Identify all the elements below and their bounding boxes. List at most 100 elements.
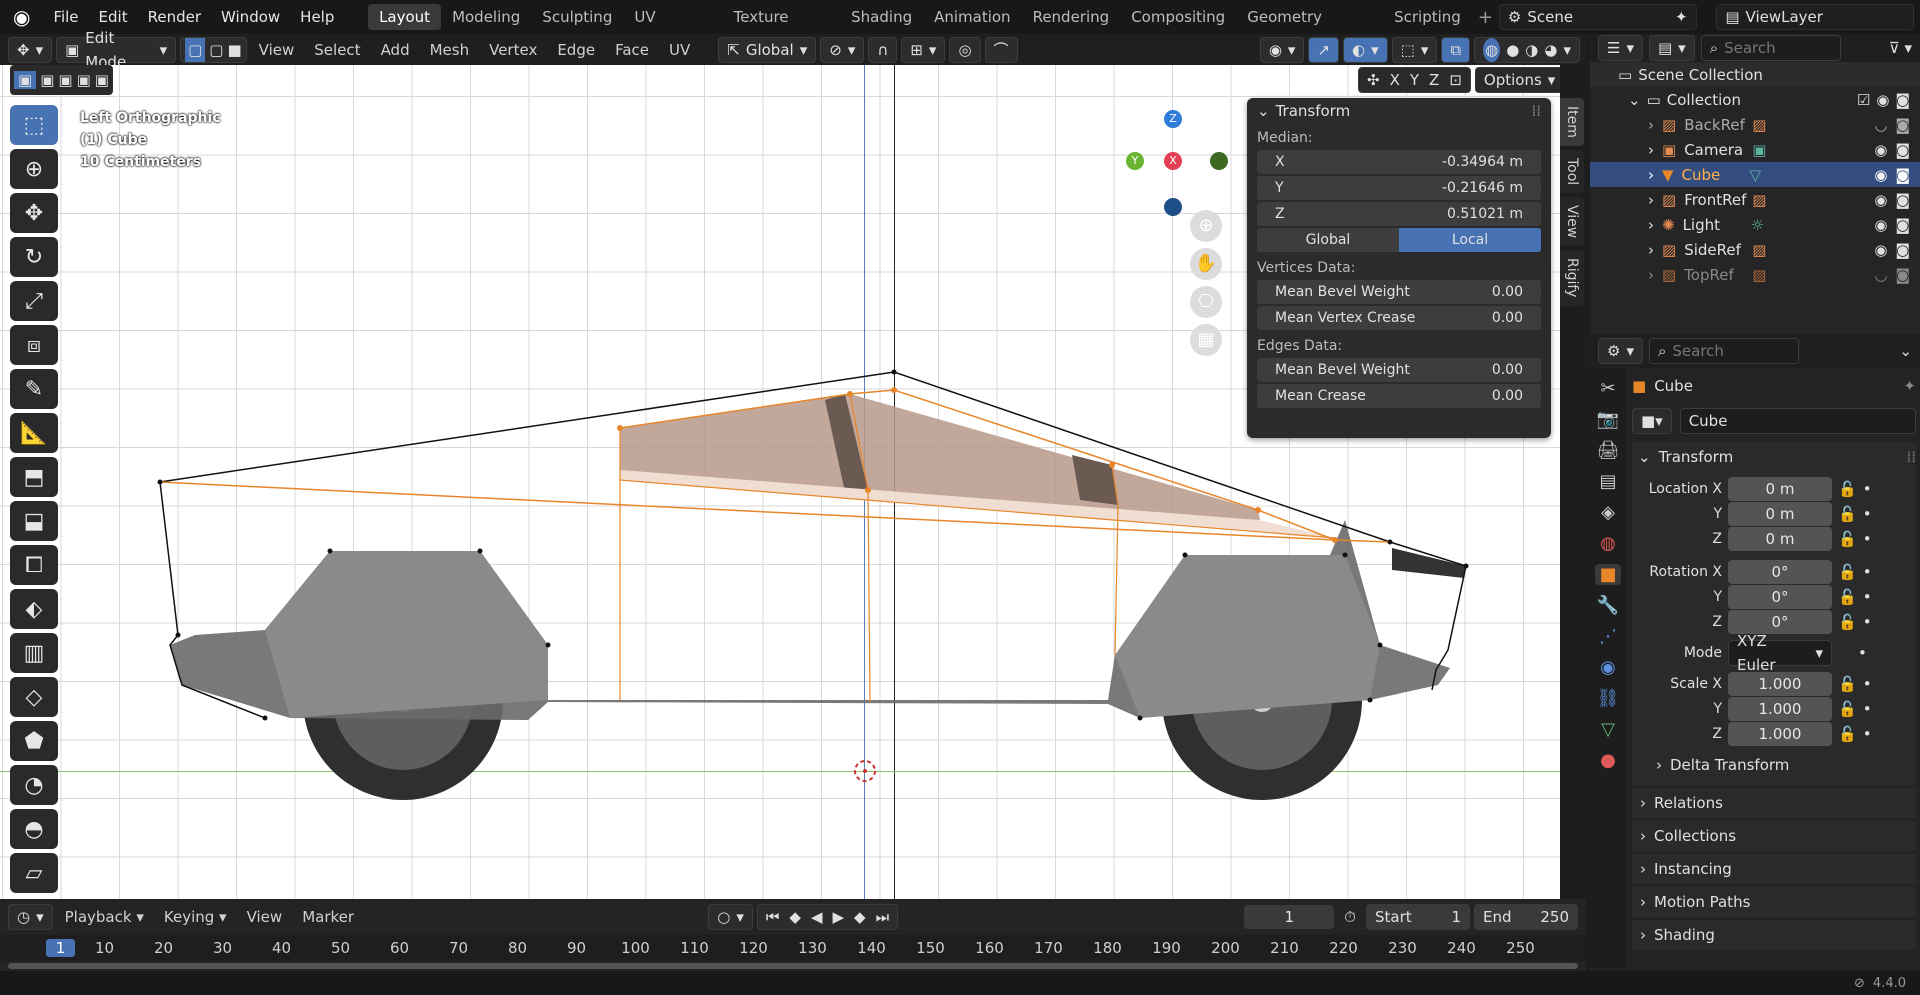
rotate-tool[interactable]: ↻ [10, 237, 58, 277]
play-icon[interactable]: ▶ [832, 905, 844, 929]
timeline-editor-type[interactable]: ◷ ▾ [8, 904, 53, 930]
outliner-item-cube[interactable]: › ▼ Cube ▽ ◉ ◙ [1590, 162, 1920, 187]
camera-icon[interactable]: ◙ [1895, 241, 1910, 259]
auto-keying-toggle[interactable]: ○ ▾ [708, 904, 753, 930]
bevel-tool[interactable]: ⬖ [10, 589, 58, 629]
outliner-item-light[interactable]: › ✺ Light ☼ ◉ ◙ [1590, 212, 1920, 237]
eye-icon[interactable]: ◉ [1874, 166, 1887, 184]
object-tab-icon[interactable]: ■ [1595, 564, 1621, 585]
material-shading-icon[interactable]: ◑ [1525, 38, 1538, 62]
drag-handle-icon[interactable]: ⁞⁞ [1906, 448, 1916, 466]
scale-tool[interactable]: ⤢ [10, 281, 58, 321]
filter-icon[interactable]: ⊽ ▾ [1889, 39, 1912, 57]
menu-select[interactable]: Select [306, 41, 368, 59]
wireframe-shading-icon[interactable]: ◍ [1483, 37, 1501, 62]
camera-icon[interactable]: ◙ [1895, 191, 1910, 209]
cursor-tool[interactable]: ⊕ [10, 149, 58, 189]
ortho-toggle-icon[interactable]: ▦ [1190, 324, 1222, 356]
outliner-item-frontref[interactable]: › ▨ FrontRef ▨ ◉ ◙ [1590, 187, 1920, 212]
instancing-section[interactable]: › Instancing [1632, 854, 1916, 884]
snap-icon[interactable]: ⊡ [1449, 68, 1462, 92]
gizmo-toggle[interactable]: ↗ [1308, 36, 1340, 63]
location-y-field[interactable]: 0 m [1728, 501, 1832, 526]
tab-sculpting[interactable]: Sculpting [531, 4, 623, 30]
drag-handle-icon[interactable]: ⁞⁞ [1531, 102, 1541, 120]
outliner-item-sideref[interactable]: › ▨ SideRef ▨ ◉ ◙ [1590, 237, 1920, 262]
gizmo-neg-z[interactable] [1164, 198, 1182, 216]
navigation-gizmo[interactable]: Z Y X [1120, 110, 1230, 220]
inset-tool[interactable]: ⧠ [10, 545, 58, 585]
tab-item[interactable]: Item [1560, 98, 1584, 146]
smooth-tool[interactable]: ◓ [10, 809, 58, 849]
keyframe-dot-icon[interactable]: • [1858, 644, 1867, 662]
eye-icon[interactable]: ◉ [1874, 241, 1887, 259]
rendered-shading-icon[interactable]: ◕ [1544, 38, 1557, 62]
gizmo-neg-y[interactable] [1210, 152, 1228, 170]
3d-viewport[interactable]: Left Orthographic (1) Cube 10 Centimeter… [0, 65, 1560, 899]
menu-keying[interactable]: Keying ▾ [156, 908, 235, 926]
lock-icon[interactable]: 🔓 [1838, 700, 1857, 718]
tab-modeling[interactable]: Modeling [441, 4, 531, 30]
scale-y-field[interactable]: 1.000 [1728, 696, 1832, 721]
view-layer-tab-icon[interactable]: ▤ [1599, 471, 1616, 492]
mesh-pillar-c[interactable] [1114, 504, 1119, 656]
annotate-tool[interactable]: ✎ [10, 369, 58, 409]
rotation-mode-dropdown[interactable]: XYZ Euler ▾ [1728, 632, 1832, 674]
scale-x-field[interactable]: 1.000 [1728, 671, 1832, 696]
select-invert-icon[interactable]: ▣ [77, 71, 91, 89]
tab-rendering[interactable]: Rendering [1022, 4, 1121, 30]
tab-compositing[interactable]: Compositing [1120, 4, 1236, 30]
knife-tool[interactable]: ◇ [10, 677, 58, 717]
menu-marker[interactable]: Marker [294, 908, 362, 926]
camera-icon[interactable]: ◙ [1895, 116, 1910, 134]
shear-tool[interactable]: ▱ [10, 853, 58, 893]
location-z-field[interactable]: 0 m [1728, 526, 1832, 551]
menu-vertex[interactable]: Vertex [481, 41, 545, 59]
select-mode-group[interactable]: ▢ ▢ ■ [180, 36, 247, 63]
tab-geometry-nodes[interactable]: Geometry Nodes [1236, 4, 1383, 52]
visibility-dropdown[interactable]: ◉ ▾ [1259, 36, 1305, 63]
end-frame-field[interactable]: End 250 [1474, 904, 1578, 930]
transform-tool[interactable]: ⧈ [10, 325, 58, 365]
keyframe-dot-icon[interactable]: • [1863, 563, 1872, 581]
tab-texture-paint[interactable]: Texture Paint [723, 4, 841, 52]
menu-add[interactable]: Add [373, 41, 418, 59]
keyframe-dot-icon[interactable]: • [1863, 613, 1872, 631]
pan-hand-icon[interactable]: ✋ [1190, 248, 1222, 280]
face-select-icon[interactable]: ■ [227, 38, 241, 62]
current-frame-field[interactable]: 1 [1244, 905, 1335, 929]
collection-row[interactable]: ⌄ ▭ Collection ☑ ◉ ◙ [1590, 87, 1920, 112]
select-box-modes[interactable]: ▣ ▣ ▣ ▣ ▣ [10, 65, 113, 95]
median-z-field[interactable]: Z 0.51021 m [1257, 202, 1541, 226]
scene-collection-row[interactable]: ▭ Scene Collection [1590, 62, 1920, 87]
eye-icon[interactable]: ◉ [1874, 141, 1887, 159]
menu-uv[interactable]: UV [661, 41, 698, 59]
timer-icon[interactable]: ⏱ [1338, 908, 1362, 926]
camera-icon[interactable]: ◙ [1895, 141, 1910, 159]
outliner-editor-type[interactable]: ☰ ▾ [1598, 35, 1643, 61]
motion-paths-section[interactable]: › Motion Paths [1632, 887, 1916, 917]
keyframe-dot-icon[interactable]: • [1863, 480, 1872, 498]
edge-crease-field[interactable]: Mean Crease 0.00 [1257, 384, 1541, 408]
select-new-icon[interactable]: ▣ [14, 71, 37, 89]
pin-icon[interactable]: ✦ [1903, 377, 1916, 395]
menu-help[interactable]: Help [290, 0, 344, 34]
tab-shading[interactable]: Shading [840, 4, 923, 30]
overlay-toggle[interactable]: ◐ ▾ [1343, 36, 1388, 63]
eye-closed-icon[interactable]: ◡ [1874, 266, 1887, 284]
axis-y-toggle[interactable]: Y [1410, 68, 1419, 92]
keyframe-dot-icon[interactable]: • [1863, 588, 1872, 606]
mode-dropdown[interactable]: ▣ Edit Mode ▾ [56, 29, 177, 71]
relations-section[interactable]: › Relations [1632, 788, 1916, 818]
lock-icon[interactable]: 🔓 [1838, 505, 1857, 523]
poly-build-tool[interactable]: ⬟ [10, 721, 58, 761]
tab-scripting[interactable]: Scripting [1383, 4, 1472, 30]
axis-x-toggle[interactable]: X [1390, 68, 1400, 92]
tab-layout[interactable]: Layout [368, 4, 442, 30]
chevron-down-icon[interactable]: ⌄ [1899, 342, 1912, 360]
object-browse-button[interactable]: ■▾ [1632, 408, 1672, 434]
particles-tab-icon[interactable]: ⋰ [1599, 626, 1617, 647]
data-tab-icon[interactable]: ▽ [1601, 719, 1615, 740]
snap-dropdown[interactable]: ⊞ ▾ [901, 36, 946, 63]
eye-icon[interactable]: ◉ [1876, 91, 1889, 109]
